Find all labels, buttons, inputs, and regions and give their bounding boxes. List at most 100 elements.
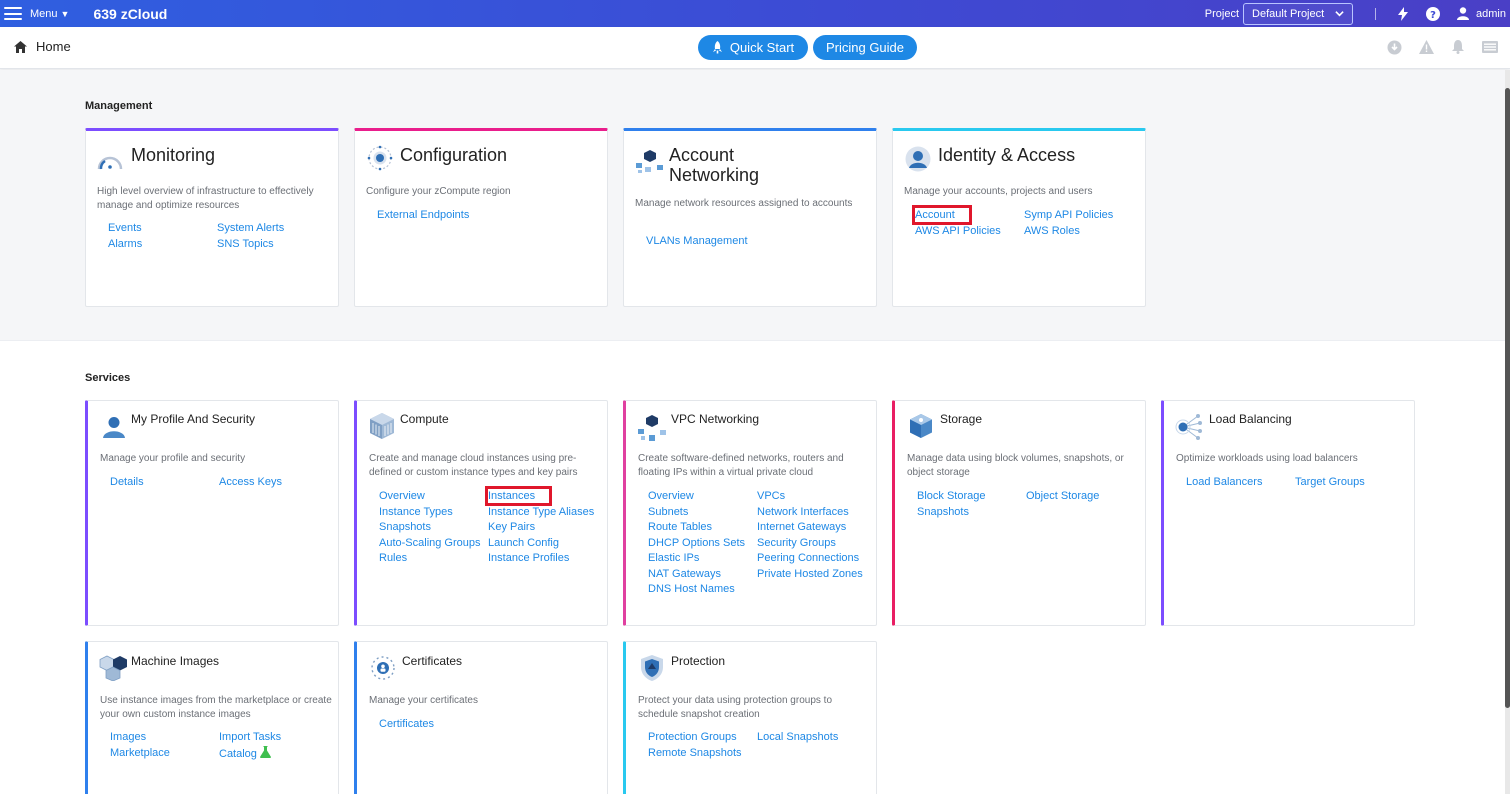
link-account[interactable]: Account [912, 205, 972, 225]
card-title: Load Balancing [1209, 412, 1292, 426]
quick-start-button[interactable]: Quick Start [698, 35, 808, 60]
load-balancer-icon [1175, 414, 1202, 440]
list-panel-icon[interactable] [1482, 39, 1498, 55]
breadcrumb-bar: Home Quick Start Pricing Guide [0, 27, 1510, 69]
card-description: Manage data using block volumes, snapsho… [907, 453, 1124, 478]
network-cubes-icon [636, 150, 663, 173]
link-nat-gateways[interactable]: NAT Gateways [648, 567, 757, 581]
card-compute: Compute Create and manage cloud instance… [354, 400, 608, 626]
link-import-tasks[interactable]: Import Tasks [219, 730, 339, 744]
card-description: Create software-defined networks, router… [638, 453, 844, 478]
link-instances[interactable]: Instances [485, 486, 552, 506]
link-object-storage[interactable]: Object Storage [1026, 489, 1146, 503]
menu-button[interactable]: Menu ▼ [4, 7, 69, 20]
card-protection: Protection Protect your data using prote… [623, 641, 877, 794]
card-storage: Storage Manage data using block volumes,… [892, 400, 1146, 626]
card-description: Optimize workloads using load balancers [1176, 453, 1358, 464]
link-subnets[interactable]: Subnets [648, 505, 757, 519]
link-certificates[interactable]: Certificates [379, 717, 488, 731]
link-snapshots[interactable]: Snapshots [917, 505, 1026, 519]
link-internet-gateways[interactable]: Internet Gateways [757, 520, 877, 534]
link-elastic-ips[interactable]: Elastic IPs [648, 551, 757, 565]
link-route-tables[interactable]: Route Tables [648, 520, 757, 534]
link-local-snapshots[interactable]: Local Snapshots [757, 730, 877, 744]
card-links: Load Balancers Target Groups [1186, 475, 1415, 489]
link-catalog-label: Catalog [219, 747, 257, 760]
card-account-networking: Account Networking Manage network resour… [623, 128, 877, 307]
link-security-groups[interactable]: Security Groups [757, 536, 877, 550]
card-links: Overview Instances Instance Types Instan… [379, 486, 608, 565]
card-machine-images: Machine Images Use instance images from … [85, 641, 339, 794]
link-target-groups[interactable]: Target Groups [1295, 475, 1415, 489]
link-images[interactable]: Images [110, 730, 219, 744]
flask-icon [259, 745, 271, 758]
link-launch-config[interactable]: Launch Config [488, 536, 608, 550]
link-marketplace[interactable]: Marketplace [110, 746, 219, 761]
divider [1375, 7, 1377, 20]
link-access-keys[interactable]: Access Keys [219, 475, 339, 489]
link-events[interactable]: Events [108, 221, 217, 235]
link-details[interactable]: Details [110, 475, 219, 489]
link-aws-roles[interactable]: AWS Roles [1024, 224, 1144, 238]
link-alarms[interactable]: Alarms [108, 237, 217, 251]
link-rules[interactable]: Rules [379, 551, 488, 565]
card-description: Manage your accounts, projects and users [904, 186, 1093, 197]
card-links: Overview VPCs Subnets Network Interfaces… [648, 489, 877, 596]
link-overview[interactable]: Overview [379, 489, 488, 503]
lightning-icon[interactable] [1396, 6, 1410, 21]
card-title: VPC Networking [671, 412, 760, 426]
link-remote-snapshots[interactable]: Remote Snapshots [648, 746, 757, 760]
certificate-icon [371, 656, 395, 680]
link-protection-groups[interactable]: Protection Groups [648, 730, 757, 744]
notification-bell-icon[interactable] [1450, 39, 1466, 55]
card-title-line: Account [669, 145, 735, 165]
user-icon[interactable] [1456, 7, 1470, 21]
rocket-icon [712, 41, 722, 54]
link-network-interfaces[interactable]: Network Interfaces [757, 505, 877, 519]
link-sns-topics[interactable]: SNS Topics [217, 237, 337, 251]
card-description: Configure your zCompute region [366, 186, 511, 197]
card-title: Certificates [402, 654, 463, 668]
link-instance-types[interactable]: Instance Types [379, 505, 488, 519]
link-dns-host-names[interactable]: DNS Host Names [648, 582, 757, 596]
vertical-scrollbar[interactable] [1505, 70, 1510, 794]
link-symp-api-policies[interactable]: Symp API Policies [1024, 208, 1144, 222]
help-icon[interactable]: ? [1426, 6, 1441, 21]
link-catalog[interactable]: Catalog [219, 745, 339, 761]
card-description: Use instance images from the marketplace… [100, 695, 332, 720]
link-aws-api-policies[interactable]: AWS API Policies [915, 224, 1024, 238]
warning-icon[interactable] [1418, 39, 1434, 55]
link-auto-scaling-groups[interactable]: Auto-Scaling Groups [379, 536, 488, 550]
link-system-alerts[interactable]: System Alerts [217, 221, 337, 235]
link-block-storage[interactable]: Block Storage [917, 489, 1026, 503]
link-key-pairs[interactable]: Key Pairs [488, 520, 608, 534]
breadcrumb[interactable]: Home [14, 39, 71, 54]
download-icon[interactable] [1386, 39, 1402, 55]
pricing-guide-button[interactable]: Pricing Guide [813, 35, 917, 60]
link-instance-profiles[interactable]: Instance Profiles [488, 551, 608, 565]
scrollbar-thumb[interactable] [1505, 88, 1510, 708]
link-load-balancers[interactable]: Load Balancers [1186, 475, 1295, 489]
link-instance-type-aliases[interactable]: Instance Type Aliases [488, 505, 608, 519]
management-section: Management Monitoring High level overvie… [0, 70, 1505, 340]
link-overview[interactable]: Overview [648, 489, 757, 503]
menu-label: Menu [30, 7, 58, 20]
card-title: Machine Images [131, 654, 220, 668]
machine-images-icon [99, 655, 127, 681]
link-dhcp-options-sets[interactable]: DHCP Options Sets [648, 536, 757, 550]
link-peering-connections[interactable]: Peering Connections [757, 551, 877, 565]
link-private-hosted-zones[interactable]: Private Hosted Zones [757, 567, 877, 581]
link-external-endpoints[interactable]: External Endpoints [377, 208, 486, 222]
card-load-balancing: Load Balancing Optimize workloads using … [1161, 400, 1415, 626]
link-snapshots[interactable]: Snapshots [379, 520, 488, 534]
home-icon [14, 40, 27, 53]
card-certificates: Certificates Manage your certificates Ce… [354, 641, 608, 794]
chevron-down-icon [1335, 11, 1344, 17]
card-links: Certificates [379, 717, 608, 731]
link-vpcs[interactable]: VPCs [757, 489, 877, 503]
user-name[interactable]: admin [1476, 8, 1506, 20]
card-title-line: Networking [669, 165, 760, 185]
project-select[interactable]: Default Project [1243, 2, 1354, 25]
link-vlans-management[interactable]: VLANs Management [646, 234, 755, 248]
configuration-icon [367, 145, 393, 171]
